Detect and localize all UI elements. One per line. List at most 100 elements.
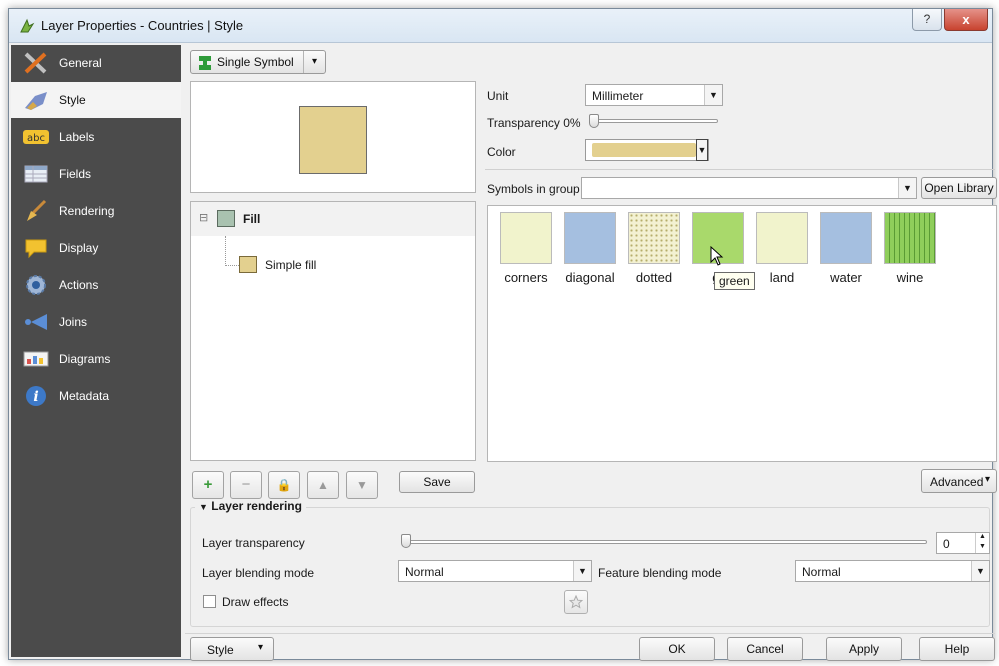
tree-child-label: Simple fill [265,258,317,272]
sidebar: General Style abc Labels Fields Renderin… [11,45,181,657]
chevron-down-icon: ▼ [704,85,722,105]
unit-label: Unit [487,89,509,103]
spin-up-icon[interactable]: ▲ [975,533,989,543]
paintbrush-icon [25,92,47,110]
add-symbol-layer-button[interactable]: + [192,471,224,499]
symbol-swatch [500,212,552,264]
open-library-button[interactable]: Open Library [921,177,997,199]
draw-effects-label: Draw effects [222,595,289,609]
sidebar-item-label: Joins [59,315,88,329]
color-label: Color [487,145,516,159]
renderer-type-combo[interactable]: Single Symbol ▾ [190,50,326,74]
sidebar-item-metadata[interactable]: i Metadata [11,378,181,414]
sidebar-item-diagrams[interactable]: Diagrams [11,341,181,377]
effects-settings-button[interactable] [564,590,588,614]
style-menu-label: Style [207,643,234,657]
sidebar-item-joins[interactable]: Joins [11,304,181,340]
info-icon: i [26,386,46,406]
layer-blending-combo[interactable]: Normal ▼ [398,560,592,582]
apply-button[interactable]: Apply [826,637,902,661]
sidebar-item-label: Style [59,93,86,107]
symbol-name: land [769,270,795,285]
chevron-down-icon: ▼ [971,561,989,581]
sidebar-item-label: Metadata [59,389,110,403]
save-symbol-button[interactable]: Save [399,471,475,493]
fill-swatch-icon [217,210,235,227]
tree-root-row[interactable]: ⊟ Fill [191,202,475,236]
symbol-tooltip: green [714,272,755,290]
tree-child-row[interactable]: Simple fill [239,254,439,278]
unit-combo[interactable]: Millimeter ▼ [585,84,723,106]
symbol-layer-tree: ⊟ Fill Simple fill [190,201,476,461]
sidebar-item-label: Fields [59,167,92,181]
move-up-button[interactable]: ▲ [307,471,339,499]
advanced-menu-button[interactable]: Advanced ▾ [921,469,997,493]
layer-transparency-label: Layer transparency [202,536,305,550]
layer-blending-value: Normal [405,565,444,579]
layer-transparency-slider-track[interactable] [405,540,927,544]
sidebar-item-general[interactable]: General [11,45,181,81]
symbol-name: dotted [635,270,673,285]
sidebar-item-label: Diagrams [59,352,111,366]
layer-rendering-header[interactable]: ▼ Layer rendering [195,499,306,513]
ok-button[interactable]: OK [639,637,715,661]
layer-properties-dialog: Layer Properties - Countries | Style ? x… [8,8,997,661]
symbol-library-list: corners diagonal dotted gr land water wi… [487,205,997,462]
collapse-icon[interactable]: ⊟ [199,211,208,224]
sidebar-item-display[interactable]: Display [11,230,181,266]
symbol-swatch [756,212,808,264]
symbols-group-label: Symbols in group [487,182,580,196]
transparency-label: Transparency 0% [487,116,581,130]
star-effects-icon [569,595,583,609]
help-button[interactable]: Help [919,637,995,661]
move-down-button[interactable]: ▼ [346,471,378,499]
remove-symbol-layer-button[interactable]: − [230,471,262,499]
symbol-swatch [884,212,936,264]
sidebar-item-label: Labels [59,130,95,144]
chevron-down-icon: ▾ [257,642,263,653]
join-arrow-icon [25,314,47,330]
sidebar-item-style[interactable]: Style [11,82,181,118]
broom-icon [27,199,47,221]
sidebar-item-fields[interactable]: Fields [11,156,181,192]
close-window-button[interactable]: x [944,9,988,31]
sidebar-item-rendering[interactable]: Rendering [11,193,181,229]
section-title: Layer rendering [211,499,302,513]
qgis-logo-icon [20,18,35,33]
layer-transparency-slider-handle[interactable] [401,534,411,548]
single-symbol-icon [199,56,211,70]
feature-blending-combo[interactable]: Normal ▼ [795,560,990,582]
transparency-slider-track[interactable] [592,119,718,123]
svg-text:i: i [33,389,38,405]
table-icon [24,165,48,183]
color-swatch [592,143,696,157]
abc-label-icon: abc [23,130,49,144]
symbol-swatch [820,212,872,264]
style-menu-button[interactable]: Style ▾ [190,637,274,661]
advanced-label: Advanced [930,475,984,489]
layer-transparency-spinbox[interactable]: 0 ▲ ▼ [936,532,990,554]
divider [185,633,995,634]
transparency-slider-handle[interactable] [589,114,599,128]
window-title: Layer Properties - Countries | Style [41,18,244,33]
cancel-button[interactable]: Cancel [727,637,803,661]
sidebar-item-labels[interactable]: abc Labels [11,119,181,155]
spin-down-icon[interactable]: ▼ [975,543,989,553]
symbol-swatch [628,212,680,264]
color-button[interactable]: ▼ [585,139,709,161]
simple-fill-swatch-icon [239,256,257,273]
tree-connector [225,265,239,266]
unit-value: Millimeter [592,89,644,103]
symbol-name: corners [504,270,548,285]
symbol-name: diagonal [565,270,615,285]
sidebar-item-actions[interactable]: Actions [11,267,181,303]
collapse-arrow-icon: ▼ [199,502,208,512]
tree-root-label: Fill [243,212,261,226]
lock-layer-button[interactable]: 🔒 [268,471,300,499]
spinbox-value: 0 [943,537,950,551]
chevron-down-icon: ▾ [303,51,325,73]
speech-bubble-icon [25,239,47,259]
symbol-group-combo[interactable]: ▼ [581,177,917,199]
draw-effects-checkbox[interactable] [203,595,216,608]
help-title-button[interactable]: ? [912,9,942,31]
